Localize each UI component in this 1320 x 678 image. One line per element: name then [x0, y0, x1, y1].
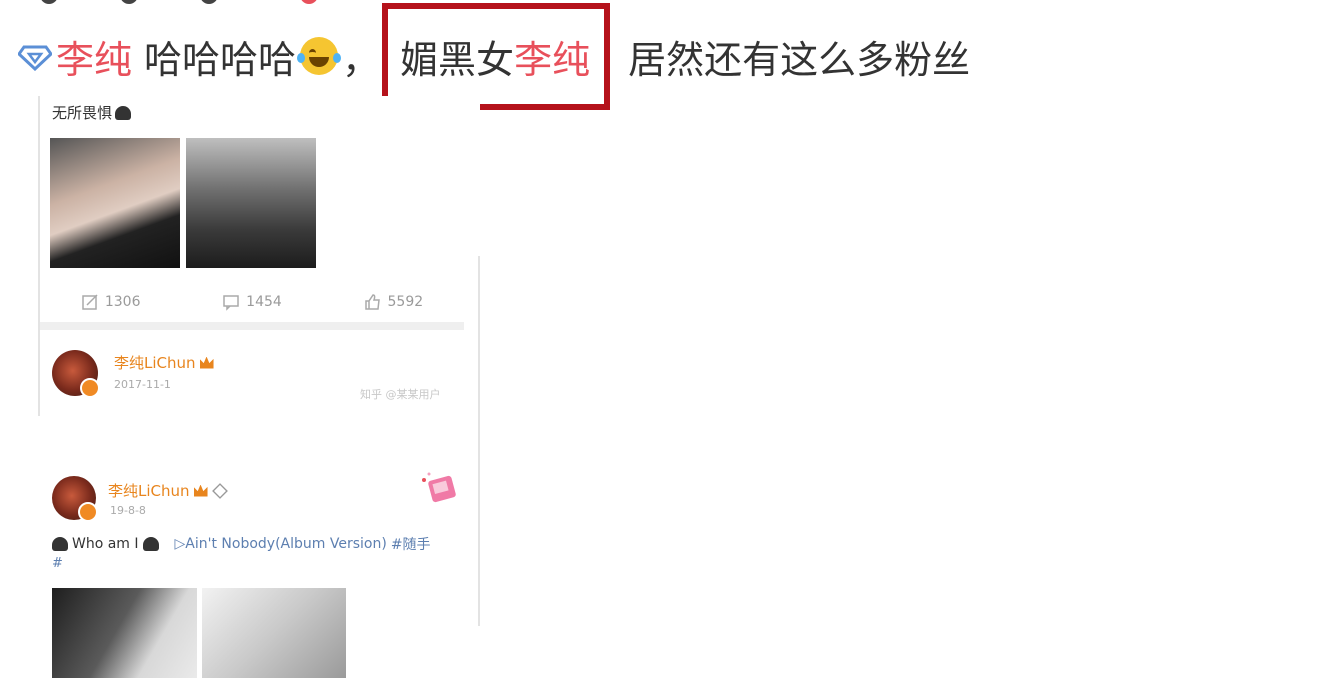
comment-count: 1454	[246, 294, 282, 310]
post-date: 2017-11-1	[114, 378, 171, 391]
cropped-glyph	[300, 0, 318, 4]
crown-icon	[199, 356, 214, 369]
post-username[interactable]: 李纯LiChun	[108, 480, 228, 501]
face-emoji-icon	[142, 537, 159, 551]
tears-of-joy-emoji-icon	[297, 37, 342, 75]
cropped-previous-line	[0, 0, 420, 8]
highlight-box: 媚黑女李纯	[382, 2, 611, 110]
post-username[interactable]: 李纯LiChun	[114, 352, 214, 373]
hashtag-link[interactable]: #随手	[391, 534, 431, 554]
source-watermark: 知乎 @某某用户	[360, 388, 441, 401]
post-caption: 无所畏惧	[52, 102, 132, 123]
post-text: Who am I ▷Ain't Nobody(Album Version) #随…	[52, 534, 431, 554]
thumbs-up-icon	[364, 294, 380, 310]
post-photo[interactable]	[202, 588, 346, 678]
avatar[interactable]	[52, 350, 100, 398]
like-button[interactable]: 5592	[364, 293, 424, 311]
comment-button[interactable]: 1454	[222, 293, 282, 311]
post-date: 19-8-8	[110, 504, 146, 517]
diamond-icon	[18, 45, 52, 71]
comment-rest-text: 居然还有这么多粉丝	[628, 37, 971, 82]
like-count: 5592	[387, 294, 424, 310]
comment-line: 李纯 哈哈哈哈 ， 媚黑女李纯 居然还有这么多粉丝	[18, 2, 971, 110]
repost-icon	[82, 294, 98, 310]
verified-badge-icon	[78, 502, 98, 522]
repost-count: 1306	[104, 294, 141, 310]
cropped-glyph	[40, 0, 58, 4]
face-emoji-icon	[52, 537, 68, 551]
comment-icon	[223, 295, 239, 311]
gift-bag-icon	[422, 472, 456, 503]
user-name-link[interactable]: 李纯	[56, 29, 132, 84]
music-link[interactable]: ▷Ain't Nobody(Album Version)	[175, 536, 387, 552]
boxed-name-link[interactable]: 李纯	[514, 38, 590, 82]
post-photo[interactable]	[186, 138, 316, 268]
post-action-bar: 1306 1454 5592	[40, 282, 464, 322]
post-photo[interactable]	[52, 588, 197, 678]
cropped-glyph	[120, 0, 138, 4]
hashtag-end[interactable]: #	[52, 556, 63, 571]
crown-icon	[193, 484, 208, 497]
face-emoji-icon	[115, 105, 132, 120]
avatar[interactable]	[52, 476, 98, 522]
boxed-prefix-text: 媚黑女	[400, 37, 515, 82]
diamond-badge-icon	[211, 482, 228, 499]
repost-button[interactable]: 1306	[81, 293, 141, 311]
verified-badge-icon	[80, 378, 100, 398]
comma: ，	[342, 37, 381, 82]
laugh-text: 哈哈哈哈	[144, 37, 297, 82]
cropped-glyph	[200, 0, 218, 4]
embedded-weibo-screenshot: 无所畏惧 1306 1454 5592 李纯LiChun 2017-11-1 知…	[38, 96, 480, 678]
post-photo[interactable]	[50, 138, 180, 268]
